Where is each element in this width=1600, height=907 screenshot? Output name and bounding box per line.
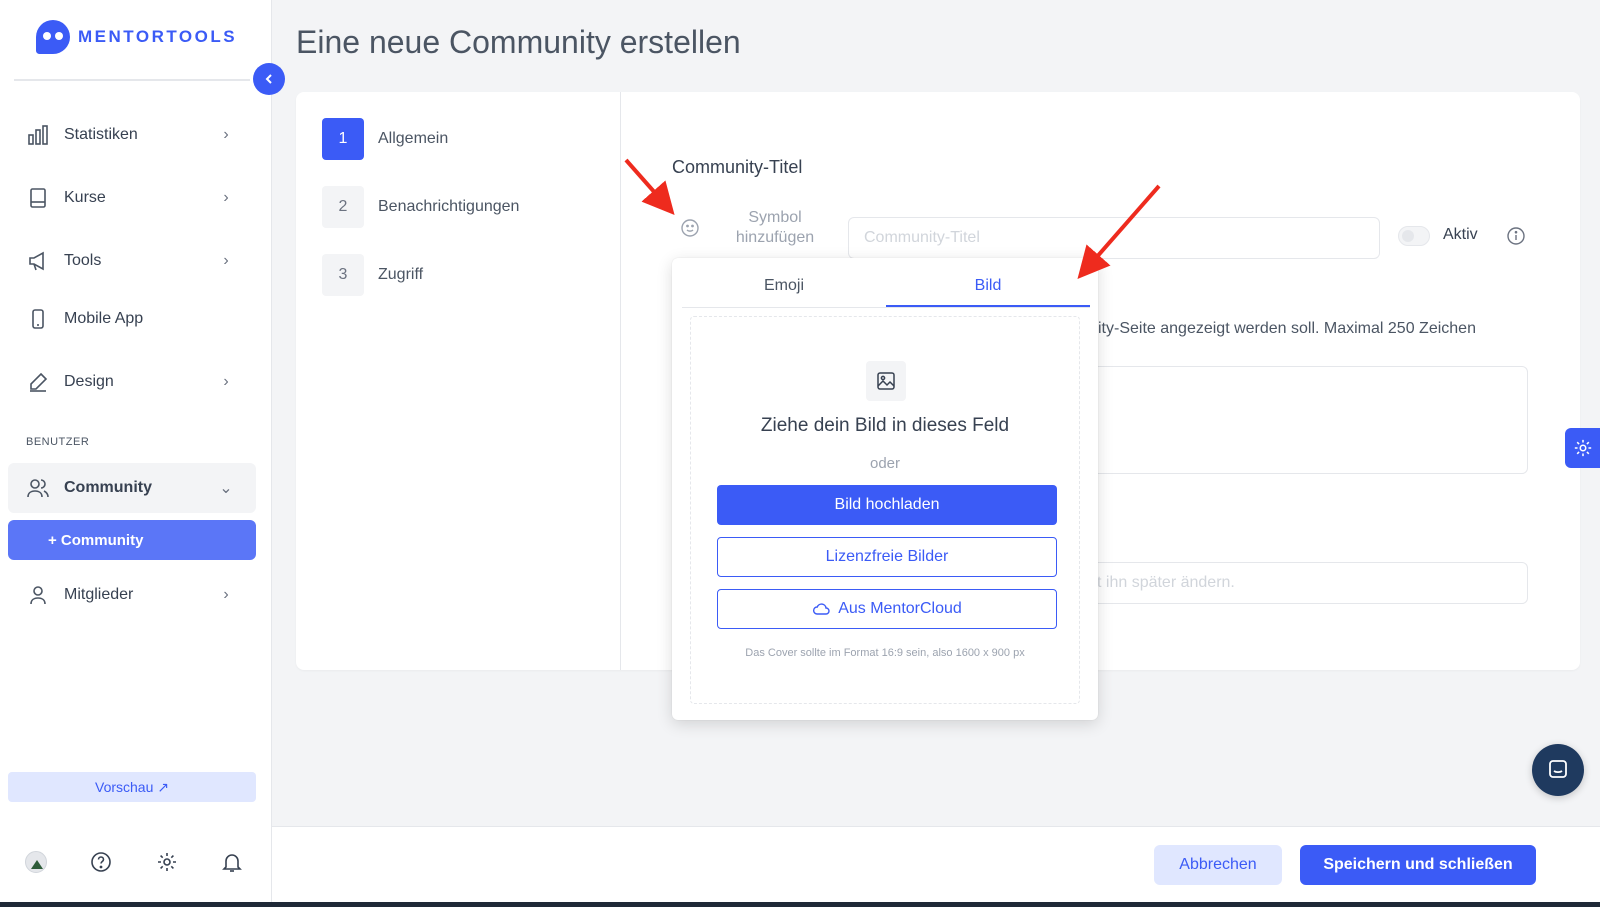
step-number: 1 — [322, 118, 364, 160]
sidebar-item-label: Community — [64, 479, 152, 496]
avatar[interactable] — [24, 850, 48, 874]
sidebar-subitem-new-community[interactable]: + Community — [8, 520, 256, 560]
tab-bild[interactable]: Bild — [886, 268, 1090, 307]
divider — [14, 79, 250, 81]
section-label: BENUTZER — [26, 436, 90, 448]
step-label: Zugriff — [378, 266, 424, 283]
sidebar-item-label: Mobile App — [64, 310, 144, 327]
cancel-button[interactable]: Abbrechen — [1154, 845, 1282, 885]
collapse-sidebar-button[interactable] — [253, 63, 285, 95]
sidebar-item-mobile-app[interactable]: Mobile App — [8, 296, 256, 342]
sidebar-item-design[interactable]: Design › — [8, 359, 256, 405]
active-toggle[interactable] — [1398, 226, 1430, 246]
sidebar: MENTORTOOLS Statistiken › Kurse › Tools … — [0, 0, 272, 907]
upload-image-button[interactable]: Bild hochladen — [717, 485, 1057, 525]
help-icon[interactable] — [89, 850, 113, 874]
step-label: Allgemein — [378, 130, 449, 147]
tab-emoji[interactable]: Emoji — [682, 268, 886, 307]
image-dropzone[interactable]: Ziehe dein Bild in dieses Feld oder Bild… — [690, 316, 1080, 704]
free-images-button[interactable]: Lizenzfreie Bilder — [717, 537, 1057, 577]
sidebar-item-label: Kurse — [64, 189, 106, 206]
phone-icon — [26, 307, 50, 331]
add-symbol-label: Symbol hinzufügen — [720, 208, 830, 248]
sidebar-footer — [24, 850, 244, 874]
dropzone-or: oder — [869, 455, 901, 472]
chevron-right-icon: › — [223, 189, 229, 206]
bar-chart-icon — [26, 123, 50, 147]
logo-text: MENTORTOOLS — [78, 27, 238, 46]
add-symbol-label-line2: hinzufügen — [735, 229, 815, 246]
community-title-input[interactable] — [848, 217, 1380, 259]
users-icon — [26, 476, 50, 500]
pencil-icon — [26, 370, 50, 394]
sidebar-item-label: Design — [64, 373, 114, 390]
sidebar-item-community[interactable]: Community ⌄ — [8, 463, 256, 513]
bell-icon[interactable] — [220, 850, 244, 874]
smiley-icon — [681, 219, 699, 237]
chevron-right-icon: › — [223, 126, 229, 143]
chat-icon — [1549, 760, 1567, 778]
chevron-right-icon: › — [223, 586, 229, 603]
sidebar-item-mitglieder[interactable]: Mitglieder › — [8, 572, 256, 618]
sidebar-item-label: Tools — [64, 252, 102, 269]
sidebar-item-label: Statistiken — [64, 126, 138, 143]
page-title: Eine neue Community erstellen — [296, 24, 741, 60]
dropzone-title: Ziehe dein Bild in dieses Feld — [760, 415, 1010, 436]
book-icon — [26, 186, 50, 210]
symbol-picker-popover: Emoji Bild Ziehe dein Bild in dieses Fel… — [672, 258, 1098, 720]
picker-tabs: Emoji Bild — [682, 268, 1090, 308]
megaphone-icon — [26, 249, 50, 273]
add-symbol-button[interactable]: Symbol hinzufügen — [678, 208, 830, 248]
mentorcloud-label: Aus MentorCloud — [838, 600, 962, 617]
step-allgemein[interactable]: 1 Allgemein — [322, 118, 448, 160]
preview-button[interactable]: Vorschau ↗ — [8, 772, 256, 802]
info-icon[interactable] — [1506, 226, 1526, 246]
step-label: Benachrichtigungen — [378, 198, 520, 215]
dropzone-hint: Das Cover sollte im Format 16:9 sein, al… — [745, 647, 1025, 659]
mentorcloud-button[interactable]: Aus MentorCloud — [717, 589, 1057, 629]
sidebar-item-label: Mitglieder — [64, 586, 134, 603]
taskbar-strip — [0, 902, 1600, 907]
slug-hint: t ihn später ändern. — [1097, 574, 1235, 591]
logo-icon — [36, 20, 70, 54]
gear-icon[interactable] — [155, 850, 179, 874]
add-symbol-label-line1: Symbol — [748, 209, 802, 226]
chevron-right-icon: › — [223, 373, 229, 390]
chevron-right-icon: › — [223, 252, 229, 269]
divider — [620, 92, 621, 670]
gear-icon — [1574, 439, 1592, 457]
sidebar-item-statistiken[interactable]: Statistiken › — [8, 112, 256, 158]
sidebar-item-kurse[interactable]: Kurse › — [8, 175, 256, 221]
logo[interactable]: MENTORTOOLS — [36, 20, 237, 54]
active-label: Aktiv — [1443, 226, 1478, 243]
image-icon — [866, 361, 906, 401]
chevron-left-icon — [265, 74, 272, 84]
description-hint: ity-Seite angezeigt werden soll. Maximal… — [1098, 320, 1476, 337]
user-icon — [26, 583, 50, 607]
chat-button[interactable] — [1532, 744, 1584, 796]
settings-button[interactable] — [1565, 428, 1600, 468]
cloud-icon — [813, 603, 830, 615]
step-zugriff[interactable]: 3 Zugriff — [322, 254, 423, 296]
step-number: 2 — [322, 186, 364, 228]
step-number: 3 — [322, 254, 364, 296]
community-title-label: Community-Titel — [672, 157, 803, 177]
sidebar-item-tools[interactable]: Tools › — [8, 238, 256, 284]
save-and-close-button[interactable]: Speichern und schließen — [1300, 845, 1536, 885]
chevron-down-icon: ⌄ — [219, 480, 233, 497]
step-benachrichtigungen[interactable]: 2 Benachrichtigungen — [322, 186, 519, 228]
